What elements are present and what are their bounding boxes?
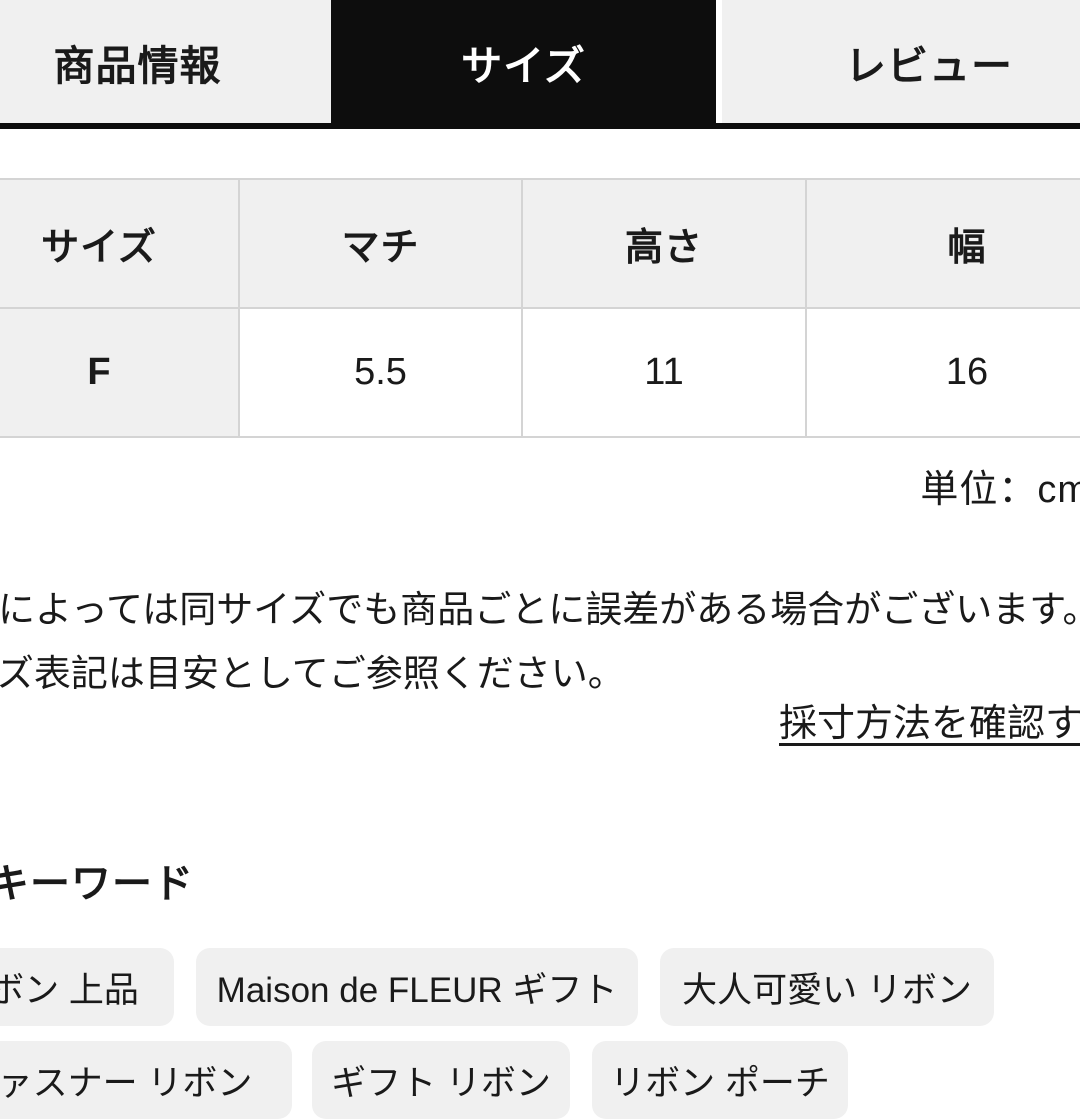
size-table-header-gusset: マチ: [238, 178, 523, 309]
tab-underline-divider: [0, 123, 1080, 129]
keyword-tag[interactable]: 大人可愛い リボン: [660, 948, 994, 1026]
tab-review-label: レビュー: [845, 42, 1013, 89]
keyword-tag[interactable]: Maison de FLEUR ギフト: [196, 948, 638, 1026]
size-table: サイズ マチ 高さ 幅 F 5.5 11 16: [0, 178, 1080, 438]
table-row: F 5.5 11 16: [0, 307, 1080, 438]
tab-product-info-label: 商品情報: [53, 42, 222, 89]
keyword-tag[interactable]: ァスナー リボン: [0, 1041, 292, 1119]
size-unit-note: 単位：cm: [920, 469, 1080, 511]
keyword-tag[interactable]: リボン ポーチ: [592, 1041, 848, 1119]
size-table-header-height: 高さ: [521, 178, 807, 309]
size-cell-gusset: 5.5: [238, 307, 523, 438]
keyword-tag[interactable]: ボン 上品: [0, 948, 174, 1026]
product-size-tab-page: 商品情報 サイズ レビュー サイズ マチ 高さ 幅 F 5.5 11 16 単位…: [0, 0, 1080, 1119]
tab-size[interactable]: サイズ: [331, 0, 716, 123]
measurement-method-link[interactable]: 採寸方法を確認する: [779, 697, 1080, 751]
tab-review[interactable]: レビュー: [722, 0, 1080, 123]
keyword-tag[interactable]: ギフト リボン: [312, 1041, 570, 1119]
tab-product-info[interactable]: 商品情報: [0, 0, 331, 123]
size-table-header-row: サイズ マチ 高さ 幅: [0, 178, 1080, 309]
related-keywords-heading: 連キーワード: [0, 862, 194, 906]
size-cell-height: 11: [521, 307, 807, 438]
size-notes: 品によっては同サイズでも商品ごとに誤差がある場合がございます。 イズ表記は目安と…: [0, 578, 1080, 706]
size-table-header-size: サイズ: [0, 178, 240, 309]
product-detail-tabs: 商品情報 サイズ レビュー: [0, 0, 1080, 123]
size-cell-width: 16: [805, 307, 1080, 438]
size-table-header-width: 幅: [805, 178, 1080, 309]
size-note-line-1: 品によっては同サイズでも商品ごとに誤差がある場合がございます。: [0, 589, 1080, 630]
size-cell-size: F: [0, 307, 240, 438]
tab-size-label: サイズ: [461, 42, 586, 89]
